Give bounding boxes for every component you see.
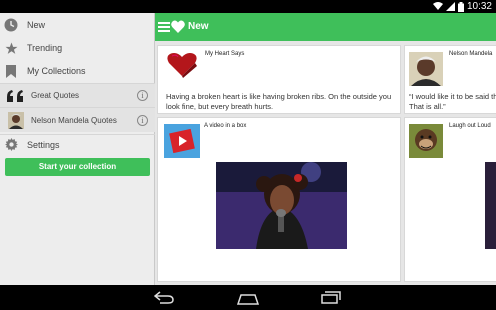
start-collection-button[interactable]: Start your collection <box>5 158 150 176</box>
clock-time: 10:32 <box>466 1 492 12</box>
portrait-thumbnail <box>409 52 443 91</box>
quote-card[interactable]: Nelson Mandela “I would like it to be sa… <box>404 45 496 114</box>
system-navigation-bar <box>0 285 496 310</box>
drawer-item-trending[interactable]: Trending <box>0 37 155 59</box>
monkey-thumbnail <box>409 124 443 163</box>
info-icon[interactable]: i <box>137 90 148 101</box>
drawer-item-label: My Collections <box>27 66 86 76</box>
recent-apps-icon[interactable] <box>321 291 341 309</box>
drawer-item-label: New <box>27 20 46 30</box>
home-icon[interactable] <box>236 292 260 310</box>
star-icon <box>4 41 18 55</box>
status-icons: 10:32 <box>432 1 492 12</box>
collection-item-nelson-mandela[interactable]: Nelson Mandela Quotes i <box>0 107 155 132</box>
video-card[interactable]: A video in a box <box>157 117 401 282</box>
info-icon[interactable]: i <box>137 114 148 126</box>
gear-icon <box>4 138 18 152</box>
drawer-item-new[interactable]: New <box>0 13 155 37</box>
card-title: Laugh out Loud <box>449 123 491 129</box>
menu-icon[interactable] <box>158 22 170 32</box>
video-box-thumbnail <box>164 124 200 163</box>
navigation-drawer: New Trending My Collections Great Quotes… <box>0 13 155 285</box>
collection-item-great-quotes[interactable]: Great Quotes i <box>0 83 155 107</box>
drawer-item-label: Trending <box>27 43 63 53</box>
wifi-icon <box>432 2 443 11</box>
bookmark-icon <box>4 64 18 78</box>
card-title: Nelson Mandela <box>449 51 493 57</box>
battery-icon <box>457 1 464 12</box>
settings-label: Settings <box>27 139 60 150</box>
collection-label: Nelson Mandela Quotes <box>31 115 117 125</box>
card-title: A video in a box <box>204 123 247 129</box>
drawer-item-settings[interactable]: Settings <box>0 134 155 154</box>
content-feed: My Heart Says Having a broken heart is l… <box>155 41 496 285</box>
portrait-thumbnail <box>8 111 24 129</box>
heart-logo-icon <box>171 20 185 38</box>
quote-card[interactable]: My Heart Says Having a broken heart is l… <box>157 45 401 114</box>
status-bar: 10:32 <box>0 0 496 13</box>
card-quote-text: “I would like it to be said that I ... o… <box>409 92 496 111</box>
image-preview <box>485 162 496 249</box>
quote-icon <box>7 89 25 103</box>
video-player[interactable] <box>216 162 347 249</box>
image-card[interactable]: Laugh out Loud <box>404 117 496 282</box>
collection-label: Great Quotes <box>31 91 80 100</box>
back-icon[interactable] <box>153 291 174 309</box>
drawer-item-my-collections[interactable]: My Collections <box>0 59 155 83</box>
page-title: New <box>188 21 209 32</box>
clock-icon <box>4 18 18 32</box>
card-title: My Heart Says <box>205 51 245 57</box>
heart-gift-thumbnail <box>166 52 198 83</box>
signal-icon <box>445 2 455 11</box>
card-quote-text: Having a broken heart is like having bro… <box>166 92 392 111</box>
app-bar: New <box>155 13 496 41</box>
